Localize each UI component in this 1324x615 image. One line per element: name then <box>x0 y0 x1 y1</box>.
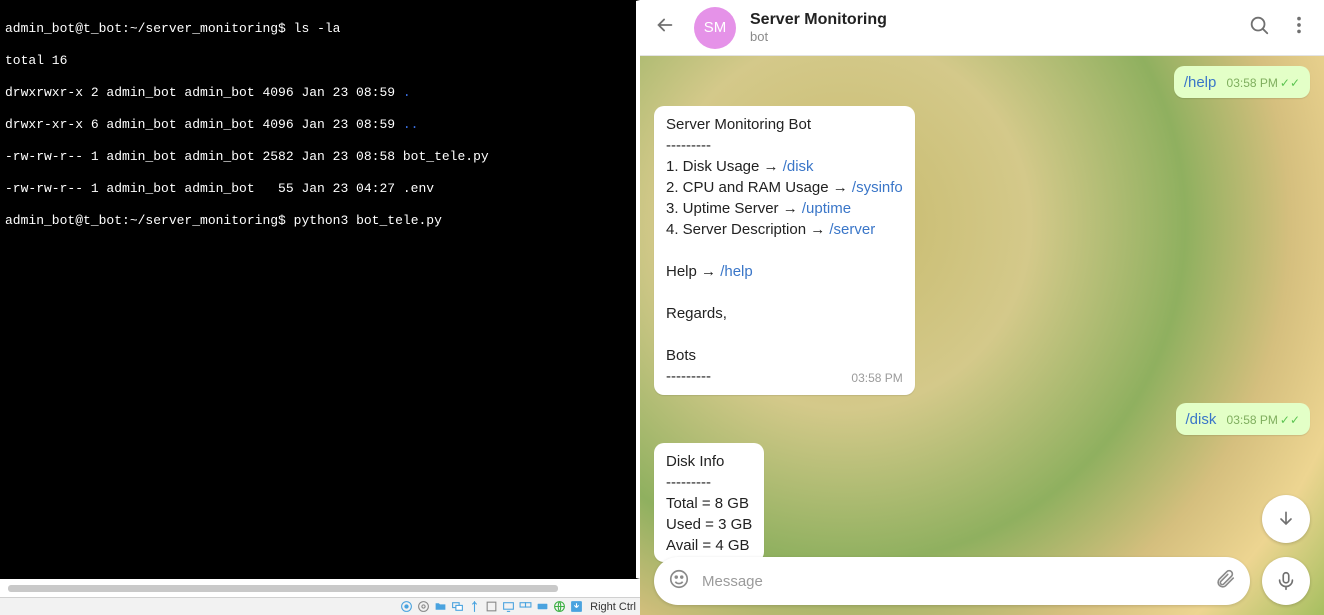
chat-header: SM Server Monitoring bot <box>640 0 1324 56</box>
prompt: admin_bot@t_bot:~/server_monitoring$ <box>5 21 286 36</box>
message-row-outgoing: /disk 03:58 PM✓✓ <box>654 403 1310 435</box>
vm-statusbar: Right Ctrl <box>0 597 640 615</box>
terminal-output: drwxrwxr-x 2 admin_bot admin_bot 4096 Ja… <box>5 85 403 100</box>
command-link[interactable]: /help <box>720 263 753 280</box>
msg-line: Used = 3 GB <box>666 514 752 535</box>
chat-subtitle: bot <box>750 29 1230 44</box>
avatar[interactable]: SM <box>694 7 736 49</box>
arrow-icon[interactable] <box>569 599 584 614</box>
msg-line: Regards, <box>666 303 903 324</box>
composer-placeholder[interactable]: Message <box>702 573 1202 590</box>
terminal-command: python3 bot_tele.py <box>294 213 442 228</box>
terminal-scrollbar[interactable] <box>0 579 640 597</box>
msg-line: Server Monitoring Bot <box>666 114 903 135</box>
msg-line: 4. Server Description → <box>666 221 829 238</box>
back-icon[interactable] <box>654 14 676 41</box>
msg-line: --------- <box>666 472 752 493</box>
prompt: admin_bot@t_bot:~/server_monitoring$ <box>5 213 286 228</box>
msg-line: Total = 8 GB <box>666 493 752 514</box>
disc-icon[interactable] <box>399 599 414 614</box>
message-row-outgoing: /help 03:58 PM✓✓ <box>654 66 1310 98</box>
dir-dot: . <box>403 85 411 100</box>
chat-pane: SM Server Monitoring bot /help 03:58 PM✓… <box>640 0 1324 615</box>
usb-icon[interactable] <box>467 599 482 614</box>
message-bubble[interactable]: Server Monitoring Bot --------- 1. Disk … <box>654 106 915 395</box>
composer-wrap: Message <box>654 557 1310 605</box>
command-link[interactable]: /disk <box>1186 411 1217 428</box>
message-bubble[interactable]: /disk 03:58 PM✓✓ <box>1176 403 1311 435</box>
attach-icon[interactable] <box>1214 568 1236 595</box>
folder-icon[interactable] <box>433 599 448 614</box>
host-key-label: Right Ctrl <box>590 601 636 613</box>
message-time: 03:58 PM <box>711 368 903 389</box>
monitor-icon[interactable] <box>501 599 516 614</box>
msg-line: Bots <box>666 345 903 366</box>
more-icon[interactable] <box>1288 14 1310 41</box>
net-icon[interactable] <box>552 599 567 614</box>
msg-line: Help → <box>666 263 720 280</box>
dir-dotdot: .. <box>403 117 419 132</box>
terminal-output: -rw-rw-r-- 1 admin_bot admin_bot 2582 Ja… <box>5 149 632 165</box>
read-ticks-icon: ✓✓ <box>1280 76 1300 90</box>
message-bubble[interactable]: /help 03:58 PM✓✓ <box>1174 66 1310 98</box>
message-time: 03:58 PM <box>1227 76 1278 90</box>
terminal[interactable]: admin_bot@t_bot:~/server_monitoring$ ls … <box>0 0 640 579</box>
emoji-icon[interactable] <box>668 568 690 595</box>
command-link[interactable]: /server <box>829 221 875 238</box>
msg-line: Avail = 4 GB <box>666 535 752 556</box>
search-icon[interactable] <box>1248 14 1270 41</box>
chat-title: Server Monitoring <box>750 11 1230 29</box>
scroll-down-button[interactable] <box>1262 495 1310 543</box>
share-icon[interactable] <box>484 599 499 614</box>
command-link[interactable]: /disk <box>783 158 814 175</box>
terminal-pane: admin_bot@t_bot:~/server_monitoring$ ls … <box>0 0 640 615</box>
message-time: 03:58 PM <box>1227 413 1278 427</box>
msg-line: Disk Info <box>666 451 752 472</box>
screens-icon[interactable] <box>450 599 465 614</box>
terminal-output: total 16 <box>5 53 632 69</box>
command-link[interactable]: /uptime <box>802 200 851 217</box>
monitors-icon[interactable] <box>518 599 533 614</box>
msg-line: 2. CPU and RAM Usage → <box>666 179 852 196</box>
command-link[interactable]: /help <box>1184 74 1217 91</box>
chat-title-block[interactable]: Server Monitoring bot <box>750 11 1230 44</box>
terminal-output: drwxr-xr-x 6 admin_bot admin_bot 4096 Ja… <box>5 117 403 132</box>
chat-body[interactable]: /help 03:58 PM✓✓ Server Monitoring Bot -… <box>640 56 1324 615</box>
message-row-incoming: Server Monitoring Bot --------- 1. Disk … <box>654 106 1310 395</box>
msg-line: --------- <box>666 366 711 389</box>
terminal-command: ls -la <box>294 21 341 36</box>
composer[interactable]: Message <box>654 557 1250 605</box>
command-link[interactable]: /sysinfo <box>852 179 903 196</box>
terminal-output: -rw-rw-r-- 1 admin_bot admin_bot 55 Jan … <box>5 181 632 197</box>
read-ticks-icon: ✓✓ <box>1280 413 1300 427</box>
mic-button[interactable] <box>1262 557 1310 605</box>
globe-icon[interactable] <box>416 599 431 614</box>
msg-line: 3. Uptime Server → <box>666 200 802 217</box>
message-row-incoming: Disk Info --------- Total = 8 GB Used = … <box>654 443 1310 562</box>
scrollbar-thumb[interactable] <box>8 585 558 592</box>
msg-line: 1. Disk Usage → <box>666 158 783 175</box>
message-bubble[interactable]: Disk Info --------- Total = 8 GB Used = … <box>654 443 764 562</box>
keycap-icon[interactable] <box>535 599 550 614</box>
msg-line: --------- <box>666 135 903 156</box>
